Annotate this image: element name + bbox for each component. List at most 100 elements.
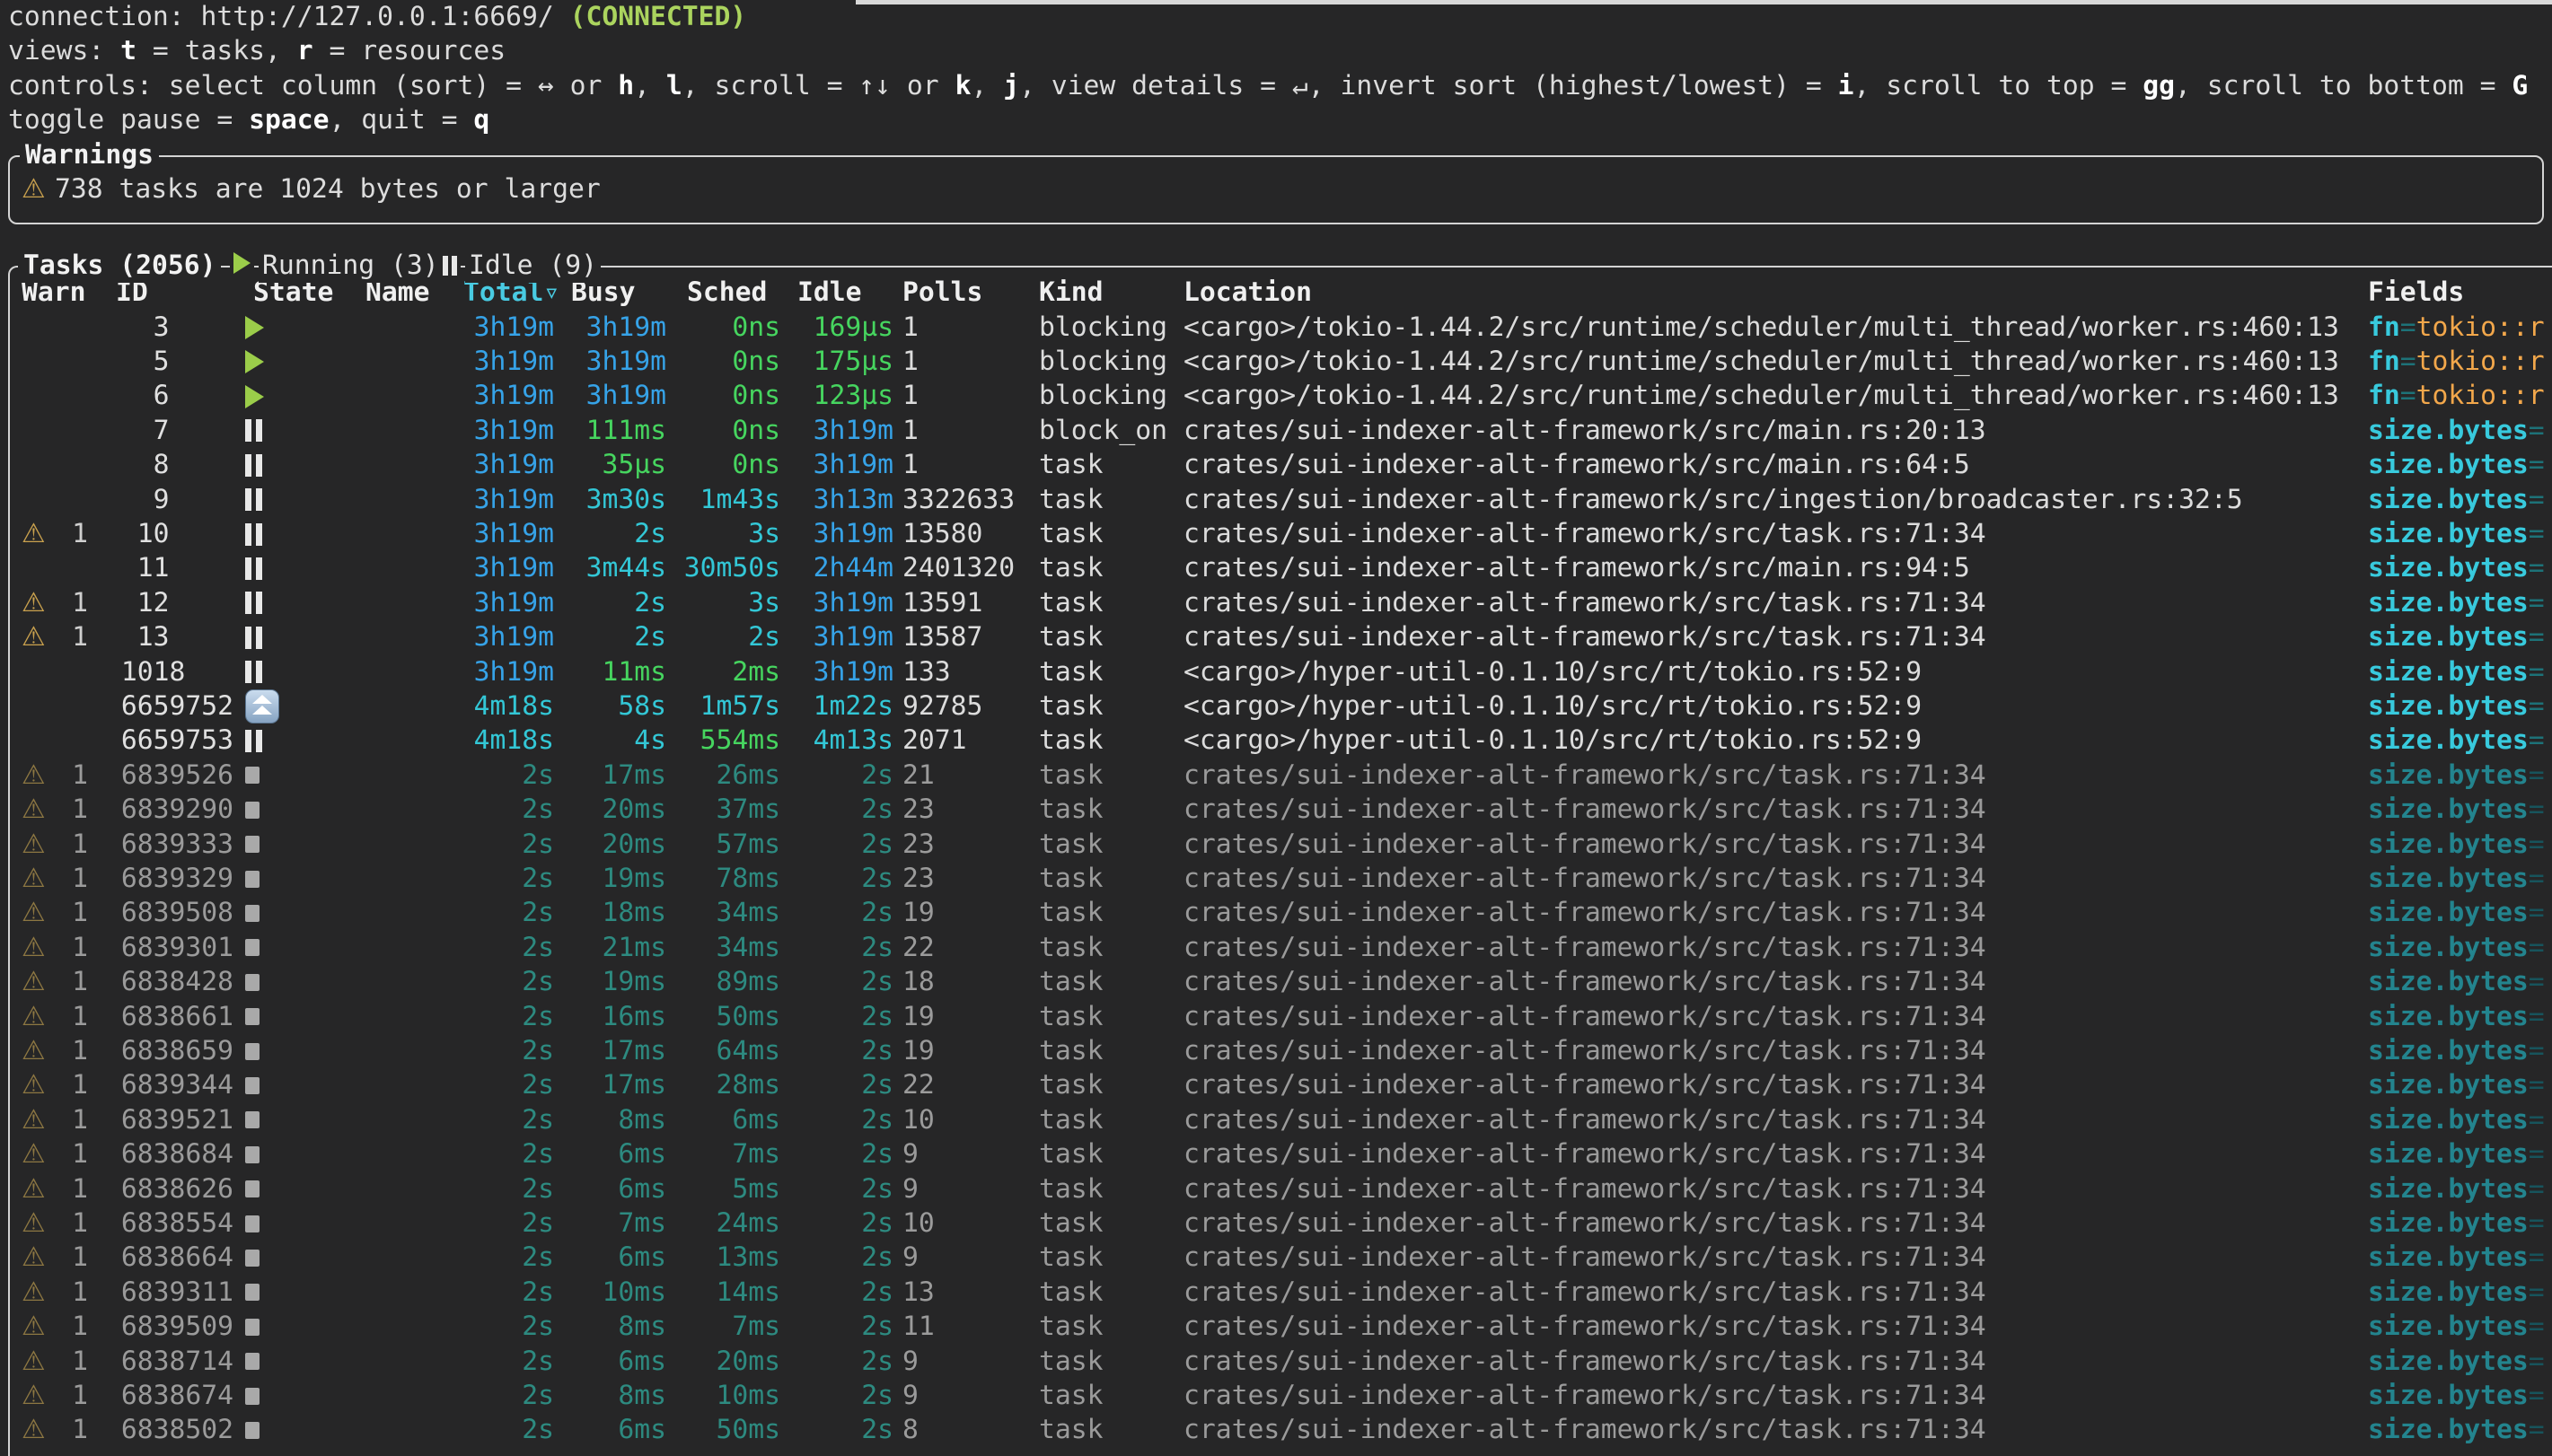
- task-fields: size.bytes=: [2368, 620, 2552, 654]
- keyboard-key: space: [249, 104, 329, 136]
- task-row[interactable]: ⚠168384282s19ms89ms2s18taskcrates/sui-in…: [0, 965, 2552, 999]
- polls-count: 1: [902, 345, 1035, 379]
- task-row[interactable]: ⚠168386842s6ms7ms2s9taskcrates/sui-index…: [0, 1137, 2552, 1171]
- state-cell: [245, 724, 285, 758]
- task-kind: task: [1039, 1413, 1178, 1447]
- column-header-location[interactable]: Location: [1184, 276, 1312, 310]
- state-cell: [245, 1206, 285, 1241]
- idle-duration: 3h19m: [759, 517, 893, 551]
- task-location: crates/sui-indexer-alt-framework/src/ing…: [1184, 483, 2364, 517]
- task-id: 12: [93, 586, 233, 620]
- task-row[interactable]: 8 3h19m35µs0ns3h19m1taskcrates/sui-index…: [0, 448, 2552, 482]
- state-cell: [245, 379, 285, 413]
- column-header-idle[interactable]: Idle: [797, 276, 862, 310]
- task-row[interactable]: ⚠112 3h19m2s3s3h19m13591taskcrates/sui-i…: [0, 586, 2552, 620]
- pause-icon: [245, 454, 262, 477]
- task-row[interactable]: ⚠168393442s17ms28ms2s22taskcrates/sui-in…: [0, 1068, 2552, 1102]
- task-row[interactable]: ⚠168386612s16ms50ms2s19taskcrates/sui-in…: [0, 1000, 2552, 1034]
- field-name: size.bytes: [2368, 932, 2529, 963]
- task-row[interactable]: 1018 3h19m11ms2ms3h19m133task<cargo>/hyp…: [0, 655, 2552, 689]
- task-kind: task: [1039, 1034, 1178, 1068]
- task-fields: size.bytes=: [2368, 759, 2552, 793]
- task-row[interactable]: ⚠168386742s8ms10ms2s9taskcrates/sui-inde…: [0, 1379, 2552, 1413]
- task-row[interactable]: ⚠113 3h19m2s2s3h19m13587taskcrates/sui-i…: [0, 620, 2552, 654]
- keyboard-key: h: [618, 70, 634, 101]
- field-name: size.bytes: [2368, 863, 2529, 894]
- task-row[interactable]: ⚠168392902s20ms37ms2s23taskcrates/sui-in…: [0, 793, 2552, 827]
- field-equals: =: [2529, 621, 2545, 653]
- task-row[interactable]: ⚠168393332s20ms57ms2s23taskcrates/sui-in…: [0, 828, 2552, 862]
- column-header-polls[interactable]: Polls: [902, 276, 982, 310]
- task-row[interactable]: ⚠168395092s8ms7ms2s11taskcrates/sui-inde…: [0, 1310, 2552, 1344]
- warning-triangle-icon: ⚠: [22, 1276, 48, 1310]
- task-row[interactable]: ⚠168386592s17ms64ms2s19taskcrates/sui-in…: [0, 1034, 2552, 1068]
- task-location: crates/sui-indexer-alt-framework/src/tas…: [1184, 862, 2364, 896]
- task-row[interactable]: ⚠110 3h19m2s3s3h19m13580taskcrates/sui-i…: [0, 517, 2552, 551]
- column-header-kind[interactable]: Kind: [1039, 276, 1104, 310]
- field-name: size.bytes: [2368, 1241, 2529, 1273]
- task-row[interactable]: ⚠168386642s6ms13ms2s9taskcrates/sui-inde…: [0, 1241, 2552, 1275]
- field-name: size.bytes: [2368, 1380, 2529, 1411]
- warning-triangle-icon: ⚠: [22, 793, 48, 827]
- polls-count: 23: [902, 862, 1035, 896]
- stop-icon: [245, 871, 260, 888]
- warning-triangle-icon: ⚠: [22, 828, 48, 862]
- task-row[interactable]: ⚠168385022s6ms50ms2s8taskcrates/sui-inde…: [0, 1413, 2552, 1447]
- keyboard-key: G: [2512, 70, 2528, 101]
- header-text: (CONNECTED): [570, 1, 747, 32]
- task-row[interactable]: ⚠168387142s6ms20ms2s9taskcrates/sui-inde…: [0, 1345, 2552, 1379]
- task-row[interactable]: 66597534m18s4s554ms4m13s2071task<cargo>/…: [0, 724, 2552, 758]
- task-row[interactable]: 5 3h19m3h19m0ns175µs1blocking<cargo>/tok…: [0, 345, 2552, 379]
- state-cell: [245, 689, 285, 724]
- warn-count: 1: [50, 517, 88, 551]
- task-row[interactable]: 3 3h19m3h19m0ns169µs1blocking<cargo>/tok…: [0, 311, 2552, 345]
- field-equals: =: [2529, 1311, 2545, 1342]
- warn-count: 1: [50, 828, 88, 862]
- toggle-pause-line: toggle pause = space, quit = q: [8, 103, 489, 137]
- task-fields: size.bytes=: [2368, 931, 2552, 965]
- task-row[interactable]: ⚠168395082s18ms34ms2s19taskcrates/sui-in…: [0, 896, 2552, 930]
- stop-icon: [245, 1180, 260, 1197]
- idle-duration: 3h19m: [759, 586, 893, 620]
- task-row[interactable]: 9 3h19m3m30s1m43s3h13m3322633taskcrates/…: [0, 483, 2552, 517]
- header-text: , quit =: [329, 104, 473, 136]
- task-row[interactable]: ⚠168393012s21ms34ms2s22taskcrates/sui-in…: [0, 931, 2552, 965]
- task-kind: task: [1039, 483, 1178, 517]
- task-row[interactable]: ⚠168395212s8ms6ms2s10taskcrates/sui-inde…: [0, 1103, 2552, 1137]
- header-text: toggle pause =: [8, 104, 249, 136]
- stop-icon: [245, 767, 260, 784]
- task-kind: blocking: [1039, 379, 1178, 413]
- task-location: crates/sui-indexer-alt-framework/src/mai…: [1184, 551, 2364, 585]
- polls-count: 9: [902, 1241, 1035, 1275]
- field-equals: =: [2400, 380, 2416, 411]
- tokio-console-screen: connection: http://127.0.0.1:6669/ (CONN…: [0, 0, 2552, 1456]
- column-header-sched[interactable]: Sched: [687, 276, 767, 310]
- state-cell: [245, 828, 285, 862]
- task-row[interactable]: ⚠168395262s17ms26ms2s21taskcrates/sui-in…: [0, 759, 2552, 793]
- task-id: 7: [93, 414, 233, 448]
- warning-triangle-icon: ⚠: [22, 965, 48, 999]
- field-name: size.bytes: [2368, 518, 2529, 549]
- task-row[interactable]: ⚠168385542s7ms24ms2s10taskcrates/sui-ind…: [0, 1206, 2552, 1241]
- field-name: size.bytes: [2368, 1001, 2529, 1032]
- state-cell: [245, 793, 285, 827]
- task-kind: task: [1039, 1137, 1178, 1171]
- task-row[interactable]: 11 3h19m3m44s30m50s2h44m2401320taskcrate…: [0, 551, 2552, 585]
- field-equals: =: [2529, 1035, 2545, 1066]
- polls-count: 19: [902, 1000, 1035, 1034]
- task-row[interactable]: ⚠168393292s19ms78ms2s23taskcrates/sui-in…: [0, 862, 2552, 896]
- polls-count: 1: [902, 311, 1035, 345]
- idle-duration: 3h19m: [759, 620, 893, 654]
- field-equals: =: [2529, 1241, 2545, 1273]
- task-fields: size.bytes=: [2368, 862, 2552, 896]
- task-row[interactable]: ⚠168393112s10ms14ms2s13taskcrates/sui-in…: [0, 1276, 2552, 1310]
- task-row[interactable]: 66597524m18s58s1m57s1m22s92785task<cargo…: [0, 689, 2552, 724]
- field-equals: =: [2529, 518, 2545, 549]
- task-row[interactable]: 6 3h19m3h19m0ns123µs1blocking<cargo>/tok…: [0, 379, 2552, 413]
- field-equals: =: [2529, 1001, 2545, 1032]
- idle-duration: 2s: [759, 1310, 893, 1344]
- warn-count: 1: [50, 931, 88, 965]
- task-row[interactable]: ⚠168386262s6ms5ms2s9taskcrates/sui-index…: [0, 1172, 2552, 1206]
- column-header-fields[interactable]: Fields: [2368, 276, 2464, 310]
- task-row[interactable]: 7 3h19m111ms0ns3h19m1block_oncrates/sui-…: [0, 414, 2552, 448]
